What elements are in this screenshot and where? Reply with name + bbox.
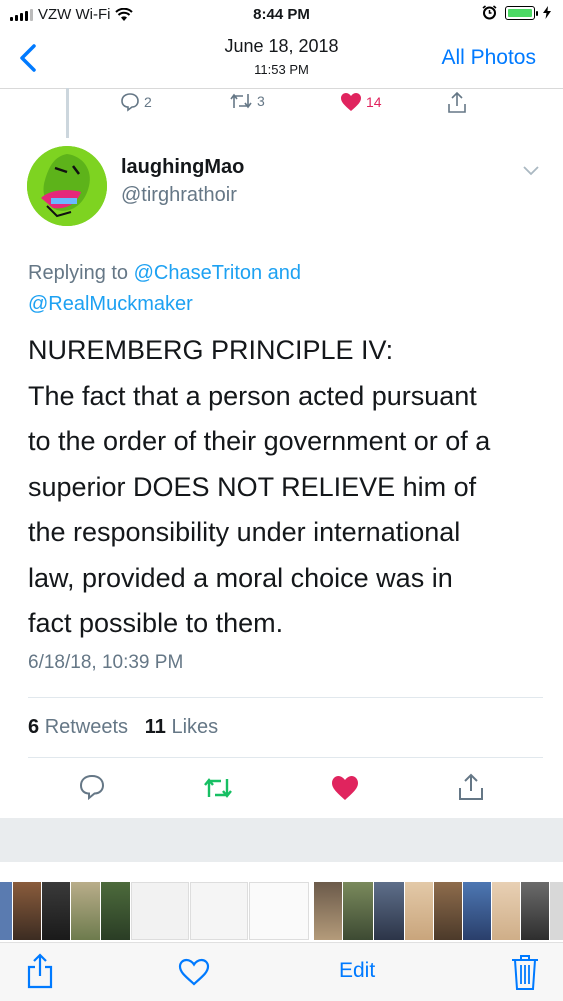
photo-thumbnail[interactable] <box>0 882 12 940</box>
alarm-icon <box>482 5 497 20</box>
likes-count: 11 <box>144 716 166 738</box>
avatar[interactable] <box>27 146 107 226</box>
photo-thumbnail-strip[interactable] <box>0 880 563 942</box>
replying-to-line: Replying to @ChaseTriton and @RealMuckma… <box>28 258 538 320</box>
retweet-icon <box>230 93 252 109</box>
prev-reply-count: 2 <box>144 94 152 110</box>
share-icon[interactable] <box>26 953 54 989</box>
all-photos-button[interactable]: All Photos <box>441 46 536 70</box>
photo-thumbnail[interactable] <box>71 882 100 940</box>
photo-thumbnail[interactable] <box>463 882 491 940</box>
divider <box>28 757 543 758</box>
retweet-icon[interactable] <box>202 776 234 800</box>
prev-retweet-button[interactable]: 3 <box>229 92 265 110</box>
photo-thumbnail[interactable] <box>101 882 130 940</box>
tweet-text-line: NUREMBERG PRINCIPLE IV: <box>28 335 394 365</box>
trash-icon[interactable] <box>510 953 540 991</box>
retweets-label: Retweets <box>44 716 129 738</box>
photo-thumbnail[interactable] <box>343 882 373 940</box>
prev-like-button[interactable]: 14 <box>340 92 382 112</box>
tweet-stats: 6 Retweets 11 Likes <box>28 716 218 739</box>
reply-icon[interactable] <box>79 774 105 800</box>
likes-label: Likes <box>171 716 219 738</box>
previous-tweet-actions: 2 3 14 <box>0 92 563 116</box>
photo-thumbnail[interactable] <box>374 882 404 940</box>
photo-thumbnail[interactable] <box>131 882 189 940</box>
photo-thumbnail[interactable] <box>13 882 41 940</box>
photo-thumbnail[interactable] <box>550 882 563 940</box>
bottom-toolbar: Edit <box>0 942 563 1001</box>
retweets-stat[interactable]: 6 Retweets <box>28 716 128 738</box>
likes-stat[interactable]: 11 Likes <box>145 716 218 738</box>
reply-icon <box>121 93 139 112</box>
tweet-text-line: superior DOES NOT RELIEVE him of <box>28 471 477 502</box>
photo-thumbnail[interactable] <box>42 882 70 940</box>
status-time: 8:44 PM <box>253 6 310 23</box>
photos-navigation-bar: June 18, 2018 11:53 PM All Photos <box>0 30 563 89</box>
charging-bolt-icon <box>543 6 551 19</box>
battery-icon <box>505 5 538 20</box>
retweets-count: 6 <box>28 716 40 738</box>
photo-thumbnail[interactable] <box>190 882 248 940</box>
photo-thumbnail-selected[interactable] <box>249 882 309 940</box>
photo-thumbnail[interactable] <box>405 882 433 940</box>
tweet-timestamp: 6/18/18, 10:39 PM <box>28 652 184 673</box>
chevron-down-icon[interactable] <box>522 164 540 176</box>
avatar-illustration <box>27 146 107 226</box>
divider <box>28 697 543 698</box>
photo-thumbnail[interactable] <box>434 882 462 940</box>
tweet-text-line: The fact that a person acted pursuant <box>28 380 477 411</box>
tweet-text-line: the responsibility under international <box>28 517 461 547</box>
prev-share-button[interactable] <box>447 92 467 114</box>
photo-thumbnail[interactable] <box>314 882 342 940</box>
replying-prefix: Replying to <box>28 262 134 284</box>
share-icon <box>448 92 466 113</box>
heart-filled-icon[interactable] <box>331 775 359 801</box>
tweet-actions <box>0 772 563 804</box>
prev-like-count: 14 <box>366 94 382 110</box>
tweet-text-line: to the order of their government or of a <box>28 426 491 456</box>
user-display-name[interactable]: laughingMao <box>121 156 244 179</box>
mention-link[interactable]: @ChaseTriton <box>134 262 263 284</box>
tweet-text-line: fact possible to them. <box>28 608 284 638</box>
user-handle[interactable]: @tirghrathoir <box>121 184 237 207</box>
tweet-text: NUREMBERG PRINCIPLE IV: The fact that a … <box>28 328 548 647</box>
status-bar: VZW Wi-Fi 8:44 PM <box>0 0 563 30</box>
photo-thumbnail[interactable] <box>492 882 520 940</box>
mention-link[interactable]: @RealMuckmaker <box>28 293 193 315</box>
replying-and: and <box>262 262 302 284</box>
heart-filled-icon <box>341 93 361 111</box>
edit-button[interactable]: Edit <box>339 959 375 983</box>
tweet-separator-band <box>0 818 563 862</box>
photo-thumbnail[interactable] <box>521 882 549 940</box>
tweet-text-line: law, provided a moral choice was in <box>28 562 453 593</box>
share-icon[interactable] <box>458 773 484 801</box>
prev-reply-button[interactable]: 2 <box>120 92 152 112</box>
heart-icon[interactable] <box>178 958 210 986</box>
prev-retweet-count: 3 <box>257 93 265 109</box>
